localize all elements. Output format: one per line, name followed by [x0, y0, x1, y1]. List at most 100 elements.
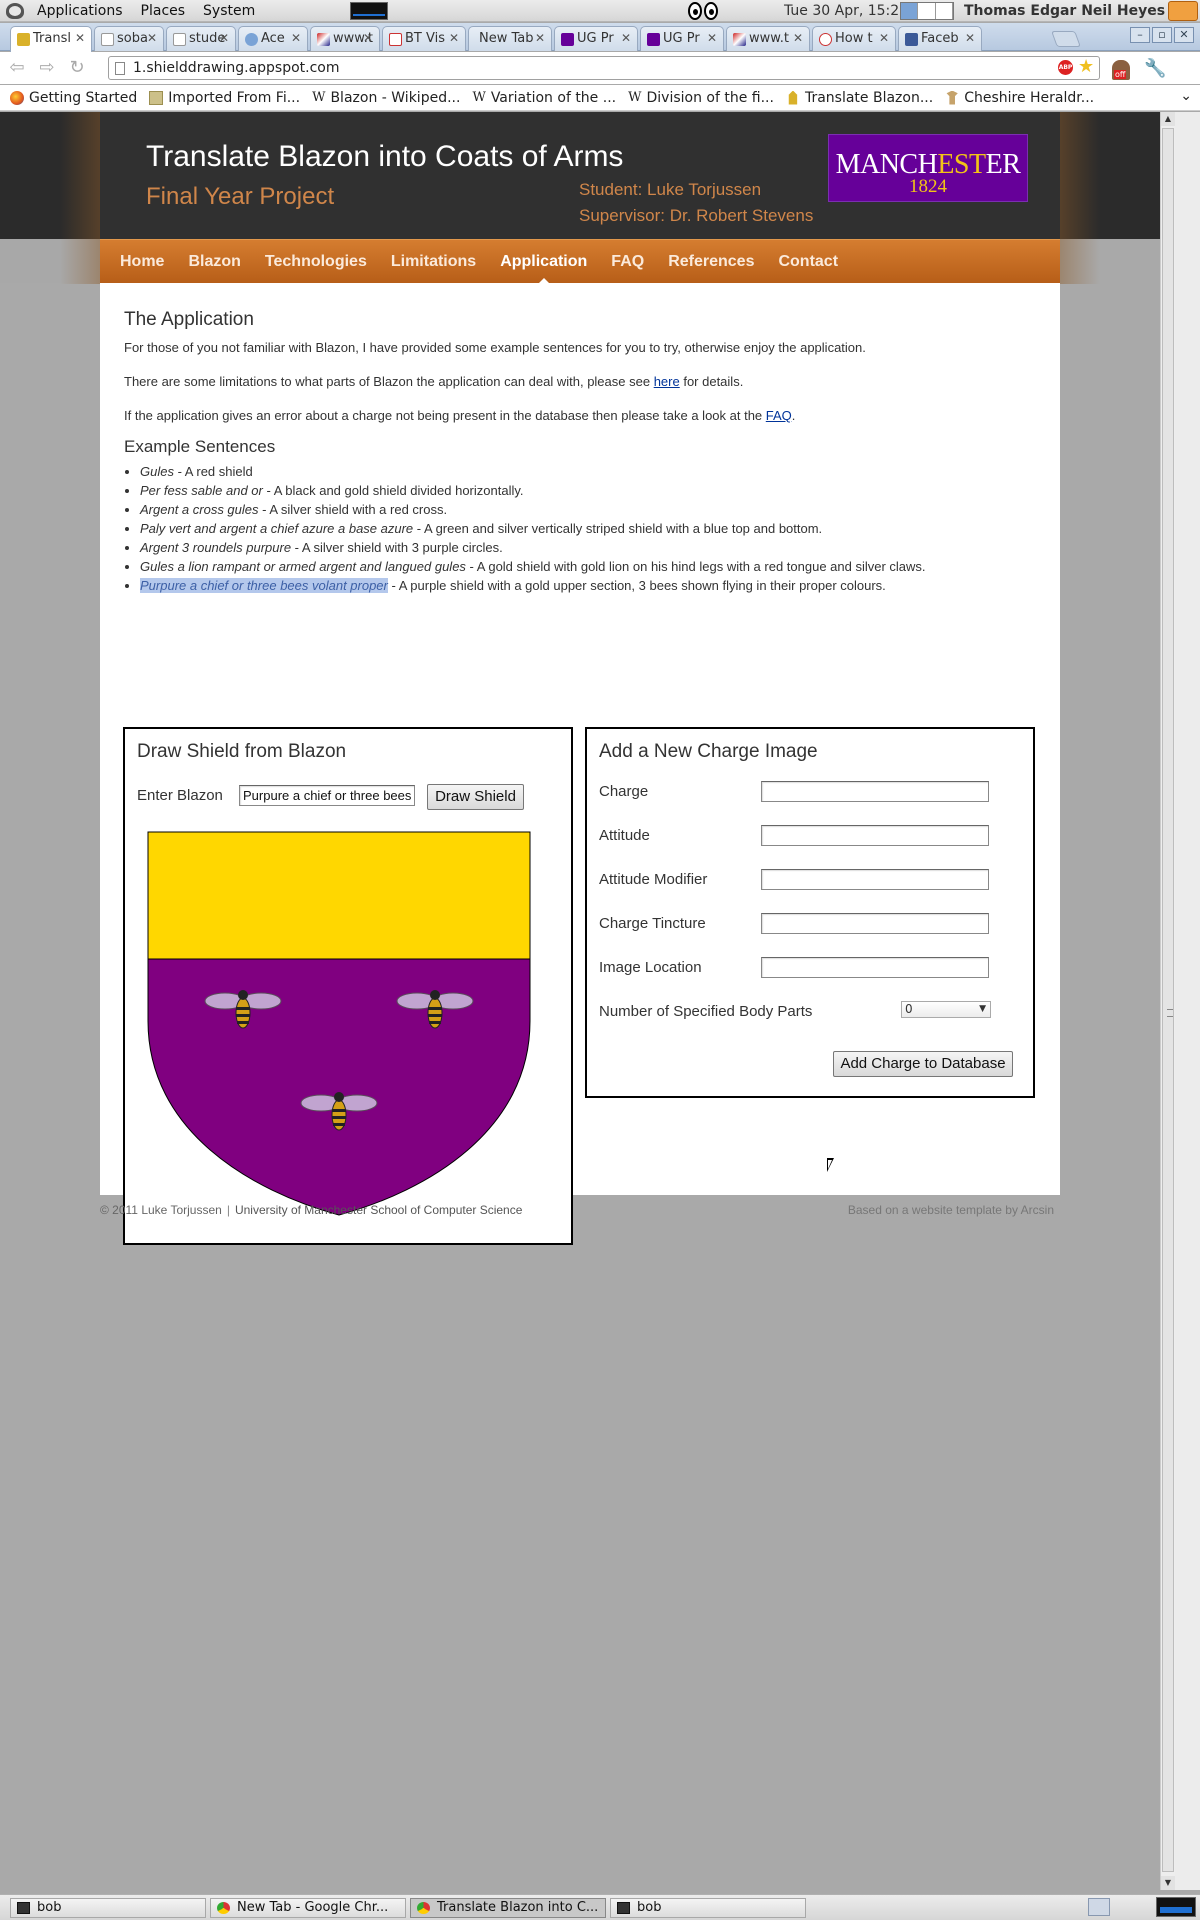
chevron-down-icon[interactable]: ⌄: [1180, 88, 1192, 104]
charge-tincture-field[interactable]: [761, 913, 989, 934]
face-favicon-icon: [819, 33, 832, 46]
attitude-field[interactable]: [761, 825, 989, 846]
tab-label: soba: [117, 31, 148, 46]
close-tab-icon[interactable]: ✕: [449, 31, 459, 45]
tray-monitor-icon[interactable]: [1156, 1897, 1196, 1917]
bookmark-variation[interactable]: W Variation of the ...: [472, 90, 616, 106]
bookmark-blazon-wikipedia[interactable]: W Blazon - Wikiped...: [312, 90, 460, 106]
tab-ug-pr-1[interactable]: UG Pr ✕: [554, 26, 638, 51]
minimize-icon[interactable]: –: [1130, 27, 1150, 43]
tab-soba[interactable]: soba ✕: [94, 26, 164, 51]
bookmark-division[interactable]: W Division of the fi...: [628, 90, 774, 106]
user-menu[interactable]: Thomas Edgar Neil Heyes: [964, 3, 1165, 19]
reload-icon[interactable]: ↻: [64, 57, 90, 79]
bookmark-star-icon[interactable]: ★: [1078, 56, 1094, 77]
scroll-down-icon[interactable]: ▼: [1161, 1876, 1175, 1890]
bookmark-cheshire-heraldry[interactable]: Cheshire Heraldr...: [945, 90, 1094, 106]
list-item: Paly vert and argent a chief azure a bas…: [140, 520, 926, 539]
nav-faq[interactable]: FAQ: [599, 240, 656, 284]
examples-list: Gules - A red shield Per fess sable and …: [140, 463, 926, 596]
applications-menu[interactable]: Applications: [28, 3, 132, 19]
tab-ace[interactable]: Ace ✕: [238, 26, 308, 51]
forward-icon[interactable]: ⇨: [34, 57, 60, 79]
adblock-icon[interactable]: ABP: [1058, 60, 1073, 75]
tab-label: Ace: [261, 31, 285, 46]
tray-icon[interactable]: [1088, 1898, 1110, 1916]
university-link[interactable]: University of Manchester School of Compu…: [235, 1203, 522, 1217]
image-location-field[interactable]: [761, 957, 989, 978]
user-avatar-icon[interactable]: [1168, 1, 1198, 21]
close-tab-icon[interactable]: ✕: [363, 31, 373, 45]
shield-field: [147, 958, 531, 1216]
header-glow-right: [1060, 112, 1100, 284]
tab-stude[interactable]: stude ✕: [166, 26, 236, 51]
task-translate-blazon[interactable]: Translate Blazon into C...: [410, 1898, 606, 1918]
nav-technologies[interactable]: Technologies: [253, 240, 379, 284]
nav-limitations[interactable]: Limitations: [379, 240, 488, 284]
close-tab-icon[interactable]: ✕: [147, 31, 157, 45]
nav-contact[interactable]: Contact: [766, 240, 850, 284]
workspace-switcher[interactable]: [900, 2, 954, 20]
browser-toolbar: ⇦ ⇨ ↻ 1.shielddrawing.appspot.com: [0, 52, 1200, 84]
close-tab-icon[interactable]: ✕: [535, 31, 545, 45]
close-tab-icon[interactable]: ✕: [965, 31, 975, 45]
scroll-up-icon[interactable]: ▲: [1161, 112, 1175, 126]
tab-ug-pr-2[interactable]: UG Pr ✕: [640, 26, 724, 51]
charge-tincture-label: Charge Tincture: [599, 915, 706, 932]
add-charge-button[interactable]: Add Charge to Database: [833, 1051, 1013, 1077]
places-menu[interactable]: Places: [132, 3, 195, 19]
close-tab-icon[interactable]: ✕: [291, 31, 301, 45]
template-credit[interactable]: Based on a website template by Arcsin: [848, 1203, 1054, 1217]
scrollbar-thumb[interactable]: [1162, 128, 1174, 1872]
system-monitor-icon[interactable]: [350, 2, 388, 20]
nav-blazon[interactable]: Blazon: [176, 240, 252, 284]
nav-application[interactable]: Application: [488, 240, 599, 284]
charge-field[interactable]: [761, 781, 989, 802]
tab-bt-vis[interactable]: BT Vis ✕: [382, 26, 466, 51]
close-tab-icon[interactable]: ✕: [75, 31, 85, 45]
tab-how-t[interactable]: How t ✕: [812, 26, 896, 51]
close-tab-icon[interactable]: ✕: [707, 31, 717, 45]
extension-icon[interactable]: [1112, 60, 1130, 80]
system-menu[interactable]: System: [194, 3, 264, 19]
maximize-icon[interactable]: ▫: [1152, 27, 1172, 43]
list-item: Argent 3 roundels purpure - A silver shi…: [140, 539, 926, 558]
bookmark-getting-started[interactable]: Getting Started: [10, 90, 137, 106]
manchester-logo[interactable]: MANCHESTER 1824: [828, 134, 1028, 202]
tab-translate-blazon[interactable]: Transl ✕: [10, 26, 92, 52]
back-icon[interactable]: ⇦: [4, 57, 30, 79]
new-tab-button[interactable]: [1051, 31, 1081, 47]
close-tab-icon[interactable]: ✕: [879, 31, 889, 45]
chrome-icon: [417, 1902, 430, 1914]
close-tab-icon[interactable]: ✕: [219, 31, 229, 45]
task-bob-2[interactable]: bob: [610, 1898, 806, 1918]
nav-references[interactable]: References: [656, 240, 766, 284]
tab-www-1[interactable]: www.t ✕: [310, 26, 380, 51]
close-window-icon[interactable]: ✕: [1174, 27, 1194, 43]
tab-facebook[interactable]: Faceb ✕: [898, 26, 982, 51]
vertical-scrollbar[interactable]: ▲ ▼: [1160, 112, 1175, 1890]
attitude-modifier-field[interactable]: [761, 869, 989, 890]
faq-link[interactable]: FAQ: [766, 408, 792, 423]
bookmark-translate-blazon[interactable]: Translate Blazon...: [786, 90, 933, 106]
task-new-tab[interactable]: New Tab - Google Chr...: [210, 1898, 406, 1918]
manchester-favicon-icon: [647, 33, 660, 46]
list-item-selected: Purpure a chief or three bees volant pro…: [140, 577, 926, 596]
clock[interactable]: Tue 30 Apr, 15:22: [784, 3, 908, 19]
facebook-favicon-icon: [905, 33, 918, 46]
nav-home[interactable]: Home: [108, 240, 176, 284]
task-bob-1[interactable]: bob: [10, 1898, 206, 1918]
bookmark-imported-folder[interactable]: Imported From Fi...: [149, 90, 300, 106]
limitations-link[interactable]: here: [654, 374, 680, 389]
blazon-input[interactable]: Purpure a chief or three bees: [239, 785, 415, 806]
gnome-foot-icon[interactable]: [6, 2, 24, 19]
tab-new-tab[interactable]: New Tab ✕: [468, 26, 552, 51]
body-parts-select[interactable]: 0 ▼: [901, 1001, 991, 1018]
wrench-menu-icon[interactable]: 🔧: [1144, 58, 1166, 79]
close-tab-icon[interactable]: ✕: [793, 31, 803, 45]
tab-label: UG Pr: [663, 31, 700, 46]
address-bar[interactable]: 1.shielddrawing.appspot.com: [108, 56, 1100, 80]
draw-shield-button[interactable]: Draw Shield: [427, 784, 524, 810]
close-tab-icon[interactable]: ✕: [621, 31, 631, 45]
tab-www-2[interactable]: www.t ✕: [726, 26, 810, 51]
